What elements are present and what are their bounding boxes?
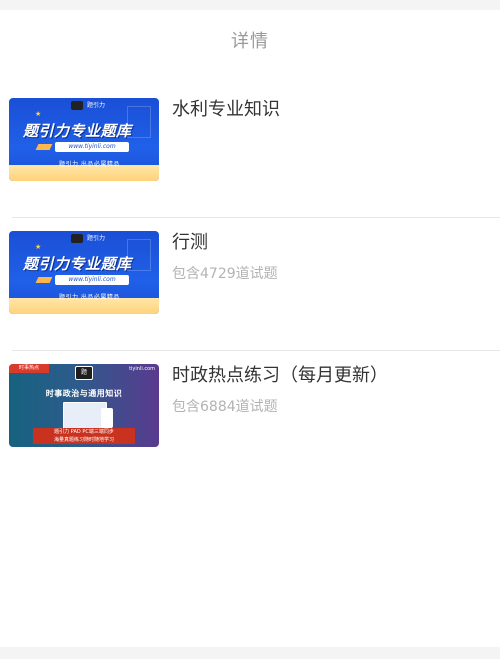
list-item[interactable]: 题引力 ★ 题引力专业题库 www.tiyinli.com 题引力 出品必属精品…: [0, 84, 500, 217]
thumbnail-tag: 时事热点: [9, 364, 49, 373]
item-subtitle: 包含4729道试题: [172, 266, 278, 282]
item-texts: 时政热点练习（每月更新） 包含6884道试题: [172, 364, 490, 417]
thumbnail-tagline: 题引力 出品必属精品: [59, 294, 120, 301]
bottom-strip: [0, 647, 500, 659]
logo-text: 题引力: [87, 102, 106, 109]
item-subtitle: 包含6884道试题: [172, 399, 278, 415]
course-thumbnail: 时事热点 题 tiyinli.com 时事政治与通用知识 题引力 PAD PC端…: [9, 364, 159, 447]
item-texts: 行测 包含4729道试题: [172, 231, 490, 284]
page-title: 详情: [231, 31, 269, 52]
arrow-icon: [35, 144, 53, 150]
item-title: 时政热点练习（每月更新）: [172, 365, 388, 386]
logo-icon: [71, 234, 83, 243]
thumbnail-headline: 题引力专业题库: [23, 122, 132, 140]
course-list: 题引力 ★ 题引力专业题库 www.tiyinli.com 题引力 出品必属精品…: [0, 84, 500, 483]
thumbnail-site: tiyinli.com: [129, 366, 155, 372]
page: 详情 题引力 ★ 题引力专业题库 www.tiyinli.com 题引力 出品必…: [0, 10, 500, 647]
item-title: 水利专业知识: [172, 99, 280, 120]
item-texts: 水利专业知识: [172, 98, 490, 131]
course-thumbnail: 题引力 ★ 题引力专业题库 www.tiyinli.com 题引力 出品必属精品: [9, 98, 159, 181]
course-thumbnail: 题引力 ★ 题引力专业题库 www.tiyinli.com 题引力 出品必属精品: [9, 231, 159, 314]
list-item[interactable]: 时事热点 题 tiyinli.com 时事政治与通用知识 题引力 PAD PC端…: [0, 350, 500, 483]
promo-line: 题引力 PAD PC端三端同步: [54, 429, 114, 435]
arrow-icon: [35, 277, 53, 283]
logo-icon: 题: [75, 366, 93, 380]
star-icon: ★: [35, 110, 42, 118]
logo-text: 题引力: [87, 235, 106, 242]
thumbnail-url: www.tiyinli.com: [55, 142, 129, 152]
header: 详情: [0, 10, 500, 70]
phone-icon: [101, 408, 113, 428]
thumbnail-tagline: 题引力 出品必属精品: [59, 161, 120, 168]
promo-line: 海量真题练习随时随地学习: [53, 437, 114, 443]
item-title: 行测: [172, 232, 208, 253]
thumbnail-headline: 时事政治与通用知识: [45, 389, 123, 398]
thumbnail-url: www.tiyinli.com: [55, 275, 129, 285]
thumbnail-headline: 题引力专业题库: [23, 255, 132, 273]
list-item[interactable]: 题引力 ★ 题引力专业题库 www.tiyinli.com 题引力 出品必属精品…: [0, 217, 500, 350]
logo-icon: [71, 101, 83, 110]
top-strip: [0, 0, 500, 10]
thumbnail-promo: 题引力 PAD PC端三端同步 海量真题练习随时随地学习: [33, 428, 135, 444]
star-icon: ★: [35, 243, 42, 251]
